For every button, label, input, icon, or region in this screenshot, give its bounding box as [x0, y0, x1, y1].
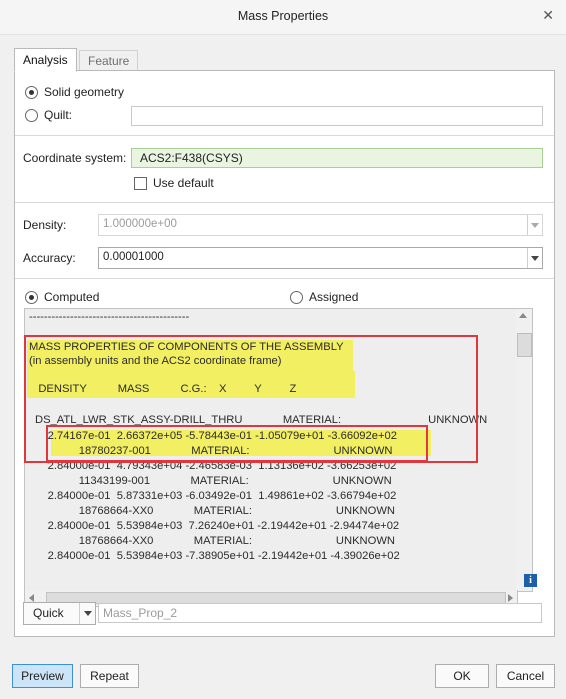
preview-button[interactable]: Preview	[12, 664, 73, 688]
info-icon[interactable]: i	[524, 574, 537, 587]
results-line: 18768664-XX0 MATERIAL: UNKNOWN	[29, 535, 395, 547]
results-line: 11343199-001 MATERIAL: UNKNOWN	[29, 475, 392, 487]
results-line: 2.84000e-01 5.53984e+03 -7.38905e+01 -2.…	[29, 550, 400, 562]
computed-label: Computed	[44, 290, 100, 304]
assigned-radio[interactable]	[290, 291, 303, 304]
tab-feature[interactable]: Feature	[79, 50, 139, 71]
annotation-box	[46, 425, 428, 462]
mass-prop-name-placeholder: Mass_Prop_2	[103, 606, 178, 620]
accuracy-label: Accuracy:	[23, 251, 76, 265]
quilt-field[interactable]	[131, 106, 543, 126]
computed-radio[interactable]	[25, 291, 38, 304]
accuracy-combo[interactable]: 0.00001000	[98, 247, 543, 269]
density-value: 1.000000e+00	[103, 218, 177, 230]
coordinate-system-value: ACS2:F438(CSYS)	[140, 151, 243, 165]
results-line: 2.84000e-01 5.53984e+03 7.26240e+01 -2.1…	[29, 520, 400, 532]
repeat-button[interactable]: Repeat	[80, 664, 139, 688]
assigned-label: Assigned	[309, 290, 359, 304]
use-default-checkbox[interactable]	[134, 177, 147, 190]
results-line: ----------------------------------------…	[29, 311, 190, 323]
mass-prop-name-field[interactable]: Mass_Prop_2	[98, 603, 542, 623]
scroll-right-icon[interactable]	[508, 594, 513, 602]
vertical-scrollbar[interactable]	[516, 308, 533, 592]
scroll-up-icon[interactable]	[519, 313, 527, 318]
divider	[15, 202, 554, 203]
scroll-thumb[interactable]	[517, 333, 532, 357]
quilt-label: Quilt:	[44, 108, 73, 122]
chevron-down-icon[interactable]	[527, 215, 542, 235]
coordinate-system-label: Coordinate system:	[23, 151, 127, 165]
ok-button[interactable]: OK	[435, 664, 489, 688]
scroll-left-icon[interactable]	[29, 594, 34, 602]
chevron-down-icon[interactable]	[79, 603, 95, 624]
results-line: 18768664-XX0 MATERIAL: UNKNOWN	[29, 505, 395, 517]
density-combo[interactable]: 1.000000e+00	[98, 214, 543, 236]
use-default-label: Use default	[153, 176, 214, 190]
close-icon[interactable]: ✕	[542, 7, 554, 24]
window-title: Mass Properties	[237, 9, 329, 23]
tab-analysis[interactable]: Analysis	[14, 48, 77, 72]
divider	[15, 278, 554, 279]
quick-dropdown[interactable]: Quick	[23, 602, 96, 625]
divider	[15, 135, 554, 136]
cancel-button[interactable]: Cancel	[496, 664, 555, 688]
accuracy-value: 0.00001000	[103, 251, 164, 263]
quilt-radio[interactable]	[25, 109, 38, 122]
density-label: Density:	[23, 218, 67, 232]
coordinate-system-field[interactable]: ACS2:F438(CSYS)	[131, 148, 543, 168]
solid-geometry-radio[interactable]	[25, 86, 38, 99]
analysis-panel: Solid geometry Quilt: Coordinate system:…	[14, 70, 555, 637]
chevron-down-icon[interactable]	[527, 248, 542, 268]
solid-geometry-label: Solid geometry	[44, 85, 125, 99]
results-line: 2.84000e-01 5.87331e+03 -6.03492e-01 1.4…	[29, 490, 397, 502]
quick-label: Quick	[33, 606, 64, 620]
